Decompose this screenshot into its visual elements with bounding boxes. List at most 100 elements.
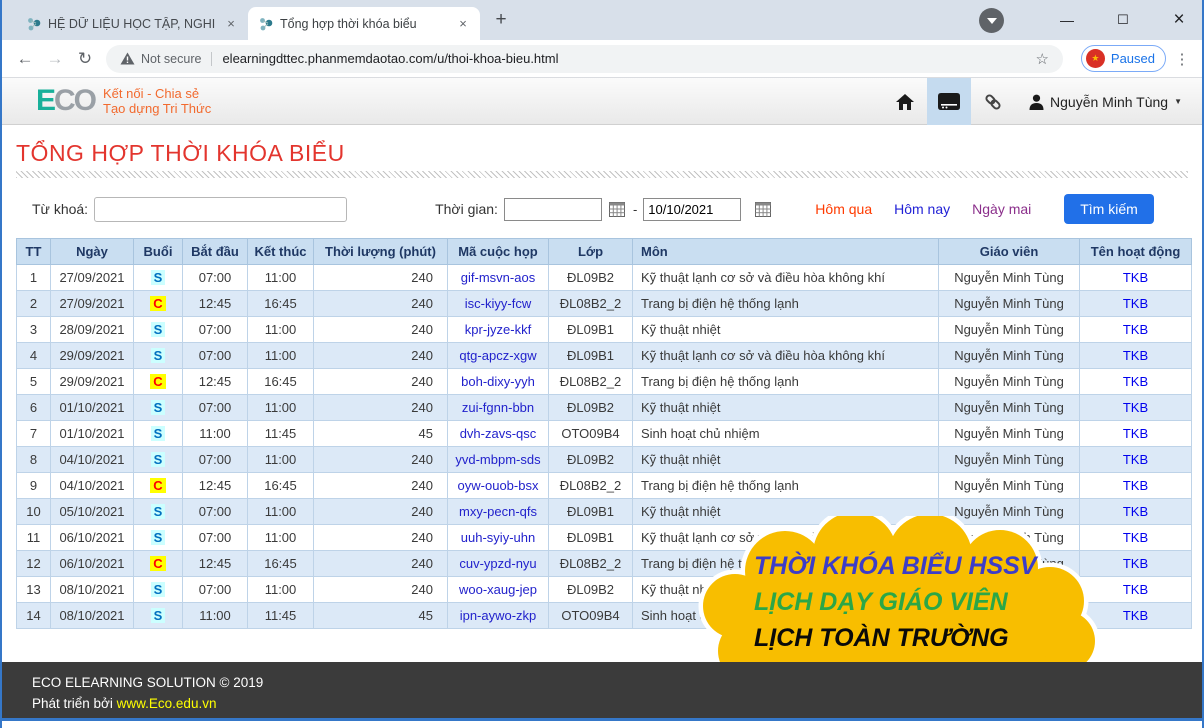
date-from-input[interactable]	[504, 198, 602, 221]
extension-paused-badge[interactable]: ★ Paused	[1081, 45, 1166, 72]
table-cell: S	[134, 603, 183, 629]
row-subject: Kỹ thuật lạnh cơ sở và điều hòa không kh…	[633, 265, 939, 291]
row-teacher: Nguyễn Minh Tùng	[939, 395, 1080, 421]
security-label[interactable]: Not secure	[141, 52, 212, 66]
meeting-code-link[interactable]: uuh-syiy-uhn	[461, 530, 535, 545]
new-tab-button[interactable]: +	[488, 8, 514, 34]
bookmark-star-icon[interactable]: ☆	[1031, 50, 1052, 68]
meeting-code-link[interactable]: kpr-jyze-kkf	[465, 322, 531, 337]
activity-tkb-link[interactable]: TKB	[1123, 270, 1148, 285]
meeting-code-link[interactable]: zui-fgnn-bbn	[462, 400, 534, 415]
activity-tkb-link[interactable]: TKB	[1123, 322, 1148, 337]
table-cell: TKB	[1080, 343, 1192, 369]
meeting-code-link[interactable]: cuv-ypzd-nyu	[459, 556, 536, 571]
session-badge: S	[151, 530, 166, 545]
meeting-code-link[interactable]: woo-xaug-jep	[459, 582, 537, 597]
session-badge: S	[151, 400, 166, 415]
row-start-time: 07:00	[183, 447, 248, 473]
table-cell: TKB	[1080, 291, 1192, 317]
courses-nav-button[interactable]	[927, 78, 971, 125]
activity-tkb-link[interactable]: TKB	[1123, 478, 1148, 493]
calendar-icon[interactable]	[609, 202, 625, 217]
back-button[interactable]: ←	[10, 45, 40, 73]
row-teacher: Nguyễn Minh Tùng	[939, 265, 1080, 291]
url-text[interactable]: elearningdttec.phanmemdaotao.com/u/thoi-…	[212, 51, 1031, 66]
meeting-code-link[interactable]: oyw-ouob-bsx	[458, 478, 539, 493]
meeting-code-link[interactable]: mxy-pecn-qfs	[459, 504, 537, 519]
row-class: ĐL09B2	[549, 265, 633, 291]
activity-tkb-link[interactable]: TKB	[1123, 426, 1148, 441]
row-duration: 240	[314, 525, 448, 551]
activity-tkb-link[interactable]: TKB	[1123, 400, 1148, 415]
tab-close-icon[interactable]: ×	[454, 15, 472, 33]
forward-button[interactable]: →	[40, 45, 70, 73]
tab-close-icon[interactable]: ×	[222, 15, 240, 33]
activity-tkb-link[interactable]: TKB	[1123, 296, 1148, 311]
title-underline	[16, 171, 1188, 178]
home-nav-button[interactable]	[883, 78, 927, 125]
row-index: 6	[17, 395, 51, 421]
activity-tkb-link[interactable]: TKB	[1123, 582, 1148, 597]
activity-tkb-link[interactable]: TKB	[1123, 374, 1148, 389]
col-header-mon: Môn	[633, 239, 939, 265]
paused-label: Paused	[1111, 51, 1155, 66]
col-header-tenhoatdong: Tên hoạt động	[1080, 239, 1192, 265]
row-subject: Trang bị điện hệ thống lạnh	[633, 473, 939, 499]
meeting-code-link[interactable]: ipn-aywo-zkp	[460, 608, 537, 623]
tab-he-du-lieu[interactable]: HỆ DỮ LIỆU HỌC TẬP, NGHIÊN C ×	[16, 7, 248, 40]
table-row: 429/09/2021S07:0011:00240qtg-apcz-xgwĐL0…	[17, 343, 1192, 369]
meeting-code-link[interactable]: gif-msvn-aos	[461, 270, 535, 285]
footer-site-link[interactable]: www.Eco.edu.vn	[117, 696, 217, 711]
table-cell: TKB	[1080, 525, 1192, 551]
row-date: 29/09/2021	[51, 369, 134, 395]
row-date: 06/10/2021	[51, 551, 134, 577]
minimize-button[interactable]: —	[1052, 12, 1082, 28]
slogan-line2: Tạo dựng Tri Thức	[103, 101, 211, 116]
table-cell: TKB	[1080, 603, 1192, 629]
meeting-code-link[interactable]: isc-kiyy-fcw	[465, 296, 531, 311]
session-badge: S	[151, 582, 166, 597]
quick-link-yesterday[interactable]: Hôm qua	[815, 201, 872, 217]
meeting-code-link[interactable]: boh-dixy-yyh	[461, 374, 535, 389]
table-cell: TKB	[1080, 551, 1192, 577]
meeting-code-link[interactable]: yvd-mbpm-sds	[455, 452, 540, 467]
browser-menu-icon[interactable]: ⋮	[1170, 50, 1194, 68]
activity-tkb-link[interactable]: TKB	[1123, 608, 1148, 623]
row-subject: Kỹ thuật nhiệt	[633, 447, 939, 473]
meeting-code-link[interactable]: dvh-zavs-qsc	[460, 426, 537, 441]
row-end-time: 11:45	[248, 603, 314, 629]
tab-tong-hop-tkb[interactable]: Tổng hợp thời khóa biểu ×	[248, 7, 480, 40]
reload-button[interactable]: ↻	[70, 45, 100, 73]
table-cell: boh-dixy-yyh	[448, 369, 549, 395]
download-indicator-icon[interactable]	[979, 8, 1004, 33]
activity-tkb-link[interactable]: TKB	[1123, 556, 1148, 571]
row-teacher: Nguyễn Minh Tùng	[939, 473, 1080, 499]
activity-tkb-link[interactable]: TKB	[1123, 504, 1148, 519]
session-badge: S	[151, 322, 166, 337]
links-nav-button[interactable]	[971, 78, 1015, 125]
calendar-icon[interactable]	[755, 202, 771, 217]
row-teacher: Nguyễn Minh Tùng	[939, 317, 1080, 343]
date-to-input[interactable]	[643, 198, 741, 221]
table-cell: kpr-jyze-kkf	[448, 317, 549, 343]
address-bar[interactable]: Not secure elearningdttec.phanmemdaotao.…	[106, 45, 1063, 73]
row-duration: 240	[314, 395, 448, 421]
activity-tkb-link[interactable]: TKB	[1123, 530, 1148, 545]
maximize-button[interactable]: ☐	[1108, 12, 1138, 28]
row-date: 06/10/2021	[51, 525, 134, 551]
session-badge: S	[151, 426, 166, 441]
row-date: 05/10/2021	[51, 499, 134, 525]
site-logo[interactable]: ECO Kết nối - Chia sẻ Tạo dựng Tri Thức	[36, 84, 211, 118]
keyword-input[interactable]	[94, 197, 347, 222]
close-button[interactable]: ×	[1164, 9, 1194, 31]
user-menu[interactable]: Nguyễn Minh Tùng ▼	[1015, 78, 1188, 125]
activity-tkb-link[interactable]: TKB	[1123, 452, 1148, 467]
search-button[interactable]: Tìm kiếm	[1064, 194, 1154, 224]
meeting-code-link[interactable]: qtg-apcz-xgw	[459, 348, 536, 363]
browser-toolbar: ← → ↻ Not secure elearningdttec.phanmemd…	[2, 40, 1202, 78]
row-index: 5	[17, 369, 51, 395]
row-class: ĐL09B1	[549, 343, 633, 369]
quick-link-today[interactable]: Hôm nay	[894, 201, 950, 217]
activity-tkb-link[interactable]: TKB	[1123, 348, 1148, 363]
quick-link-tomorrow[interactable]: Ngày mai	[972, 201, 1031, 217]
